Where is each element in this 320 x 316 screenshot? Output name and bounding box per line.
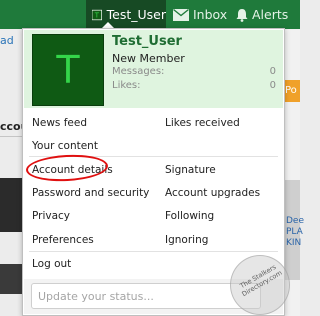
background-divider (0, 136, 22, 137)
avatar[interactable]: T (32, 34, 104, 106)
menu-signature[interactable]: Signature (165, 164, 216, 176)
site-watermark-logo: The Stalkers Directory.com (230, 255, 290, 315)
stat-label: Likes: (112, 80, 141, 91)
background-link-fragment[interactable]: KIN (286, 238, 301, 249)
menu-log-out[interactable]: Log out (32, 258, 71, 270)
alerts-label: Alerts (252, 7, 289, 22)
member-title: New Member (112, 52, 185, 65)
inbox-icon (173, 8, 189, 21)
avatar-letter: T (56, 48, 80, 92)
background-thumbnail (0, 264, 22, 294)
menu-divider (29, 251, 278, 252)
menu-your-content[interactable]: Your content (32, 140, 98, 152)
bell-icon (236, 8, 248, 22)
user-avatar-icon: T (92, 9, 102, 20)
inbox-label: Inbox (193, 7, 228, 22)
menu-preferences[interactable]: Preferences (32, 234, 94, 246)
background-link-fragment[interactable]: PLA (286, 227, 303, 238)
menu-account-upgrades[interactable]: Account upgrades (165, 187, 260, 199)
likes-stat: Likes: 0 (112, 80, 276, 91)
profile-header: T Test_User New Member Messages: 0 Likes… (24, 30, 283, 108)
inbox-link[interactable]: Inbox (173, 0, 227, 29)
background-post-button[interactable]: Po (285, 80, 300, 102)
menu-ignoring[interactable]: Ignoring (165, 234, 208, 246)
background-thumbnail (0, 178, 22, 232)
background-link-fragment[interactable]: ad (0, 34, 14, 47)
messages-stat: Messages: 0 (112, 66, 276, 77)
stat-label: Messages: (112, 66, 165, 77)
top-navbar: T Test_User Inbox Alerts (0, 0, 300, 29)
svg-text:T: T (94, 11, 100, 19)
menu-following[interactable]: Following (165, 210, 214, 222)
user-menu-toggle[interactable]: T Test_User (86, 0, 166, 29)
user-menu-label: Test_User (106, 7, 166, 22)
alerts-link[interactable]: Alerts (236, 0, 288, 29)
stat-value: 0 (269, 80, 276, 91)
menu-likes-received[interactable]: Likes received (165, 117, 240, 129)
highlight-annotation-circle (25, 152, 109, 184)
watermark-text: The Stalkers Directory.com (238, 263, 284, 299)
stat-value: 0 (269, 66, 276, 77)
background-link-fragment[interactable]: Dee (286, 216, 304, 227)
menu-privacy[interactable]: Privacy (32, 210, 70, 222)
profile-username[interactable]: Test_User (112, 34, 182, 49)
menu-news-feed[interactable]: News feed (32, 117, 87, 129)
status-update-input[interactable] (31, 283, 261, 309)
menu-password-security[interactable]: Password and security (32, 187, 149, 199)
